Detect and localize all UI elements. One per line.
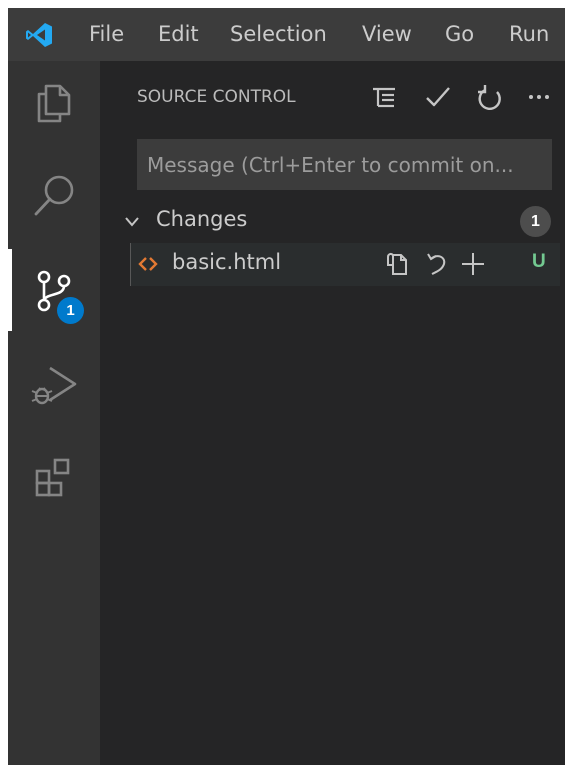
menu-file[interactable]: File <box>89 8 124 61</box>
source-control-panel: SOURCE CONTROL Message (Ctrl+Enter to co… <box>100 61 565 765</box>
vscode-window: File Edit Selection View Go Run 1 SOURCE… <box>8 8 565 765</box>
chevron-down-icon[interactable] <box>123 213 141 231</box>
extensions-icon <box>35 458 70 497</box>
menu-bar: File Edit Selection View Go Run <box>8 8 565 61</box>
refresh-button[interactable] <box>470 77 510 117</box>
changes-count-badge: 1 <box>520 206 551 237</box>
view-as-tree-button[interactable] <box>364 77 404 117</box>
tree-indent-guide <box>130 243 131 286</box>
more-actions-button[interactable] <box>520 77 560 117</box>
changes-group-header[interactable]: Changes 1 <box>100 201 565 241</box>
stage-changes-button[interactable] <box>456 247 490 281</box>
more-actions-icon <box>529 95 549 99</box>
panel-title: SOURCE CONTROL <box>137 87 296 107</box>
menu-edit[interactable]: Edit <box>158 8 199 61</box>
source-control-badge: 1 <box>57 297 84 324</box>
explorer-icon <box>37 84 71 123</box>
activity-search[interactable] <box>8 155 100 237</box>
changed-file-row[interactable]: basic.html U <box>130 243 560 286</box>
html-file-icon <box>138 257 158 271</box>
refresh-icon <box>478 85 501 111</box>
vscode-logo-icon <box>25 22 53 48</box>
activity-source-control[interactable]: 1 <box>8 249 100 331</box>
commit-button[interactable] <box>418 77 458 117</box>
commit-message-input[interactable] <box>137 139 552 190</box>
activity-extensions[interactable] <box>8 437 100 519</box>
menu-go[interactable]: Go <box>445 8 474 61</box>
commit-check-icon <box>426 87 450 107</box>
untracked-status: U <box>532 251 546 272</box>
run-debug-icon <box>31 366 77 405</box>
activity-explorer[interactable] <box>8 61 100 143</box>
search-icon <box>34 175 74 216</box>
changes-label: Changes <box>156 207 248 231</box>
activity-run-debug[interactable] <box>8 343 100 425</box>
discard-changes-icon <box>427 253 446 275</box>
file-name: basic.html <box>172 250 282 274</box>
active-indicator <box>8 249 12 331</box>
open-file-button[interactable] <box>380 247 414 281</box>
discard-changes-button[interactable] <box>420 247 454 281</box>
open-file-icon <box>387 252 407 275</box>
menu-view[interactable]: View <box>362 8 412 61</box>
stage-changes-icon <box>462 253 484 275</box>
view-as-tree-icon <box>373 87 395 108</box>
menu-run[interactable]: Run <box>509 8 549 61</box>
menu-selection[interactable]: Selection <box>230 8 327 61</box>
activity-bar: 1 <box>8 61 100 765</box>
